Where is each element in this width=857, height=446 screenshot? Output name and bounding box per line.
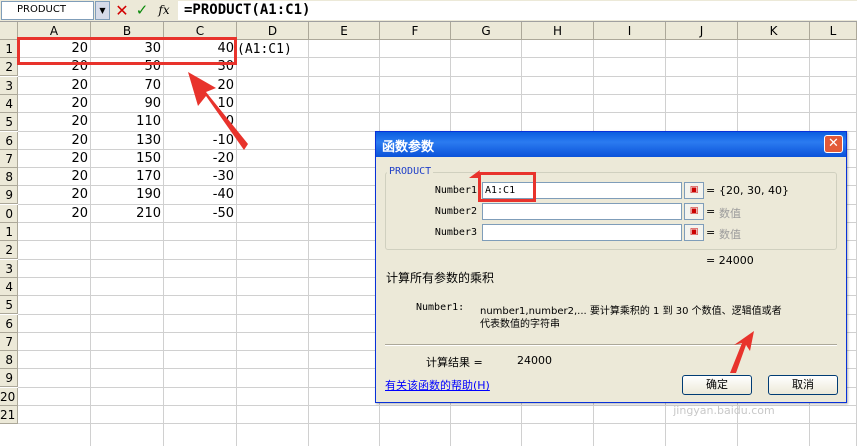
arg-help-text-line2: 代表数值的字符串 — [480, 319, 560, 330]
cell-d1-overflow: (A1:C1) — [237, 42, 292, 57]
collapse-dialog-icon[interactable]: ▣ — [684, 182, 704, 199]
column-header-d[interactable]: D — [237, 22, 309, 40]
equals-sign: = — [706, 205, 716, 218]
cell-b3[interactable]: 70 — [91, 77, 164, 95]
insert-function-icon[interactable]: fx — [153, 1, 175, 20]
function-arguments-dialog: 函数参数 ✕ PRODUCT Number1 A1:C1 ▣ = {20, 30… — [375, 131, 847, 403]
row-header-2[interactable]: 2 — [0, 58, 18, 77]
name-box-dropdown-icon[interactable]: ▼ — [95, 1, 110, 20]
row-header-11[interactable]: 1 — [0, 223, 18, 241]
collapse-dialog-icon[interactable]: ▣ — [684, 203, 704, 220]
cell-a10[interactable]: 20 — [18, 205, 91, 223]
column-header-f[interactable]: F — [380, 22, 451, 40]
cell-b5[interactable]: 110 — [91, 113, 164, 131]
cell-a3[interactable]: 20 — [18, 77, 91, 95]
separator — [385, 344, 837, 346]
highlight-box-a1-c1 — [17, 37, 237, 65]
cell-a4[interactable]: 20 — [18, 95, 91, 113]
cell-a7[interactable]: 20 — [18, 150, 91, 168]
column-header-h[interactable]: H — [522, 22, 594, 40]
row-header-21[interactable]: 21 — [0, 406, 18, 424]
row-header-13[interactable]: 3 — [0, 259, 18, 278]
column-header-g[interactable]: G — [451, 22, 522, 40]
enter-formula-icon[interactable]: ✓ — [133, 1, 151, 20]
cell-c9[interactable]: -40 — [164, 186, 237, 204]
column-header-l[interactable]: L — [810, 22, 857, 40]
gridline — [308, 40, 309, 446]
function-help-link[interactable]: 有关该函数的帮助(H) — [385, 377, 490, 393]
equals-sign: = — [706, 226, 716, 239]
result-label: 计算结果 = — [426, 356, 483, 369]
row-header-6[interactable]: 6 — [0, 131, 18, 150]
row-header-5[interactable]: 5 — [0, 113, 18, 132]
function-name-label: PRODUCT — [387, 166, 434, 177]
cell-a8[interactable]: 20 — [18, 168, 91, 186]
row-header-10[interactable]: 0 — [0, 204, 18, 223]
cell-a6[interactable]: 20 — [18, 132, 91, 150]
dialog-title: 函数参数 — [376, 132, 846, 157]
column-header-j[interactable]: J — [666, 22, 738, 40]
collapse-dialog-icon[interactable]: ▣ — [684, 224, 704, 241]
formula-input[interactable]: =PRODUCT(A1:C1) — [178, 1, 857, 20]
cell-b6[interactable]: 130 — [91, 132, 164, 150]
cell-b8[interactable]: 170 — [91, 168, 164, 186]
cell-a5[interactable]: 20 — [18, 113, 91, 131]
cell-b9[interactable]: 190 — [91, 186, 164, 204]
arg-help-name: Number1: — [416, 302, 465, 313]
row-header-4[interactable]: 4 — [0, 94, 18, 113]
highlight-box-number1 — [478, 172, 536, 202]
function-description: 计算所有参数的乘积 — [386, 271, 495, 285]
arg-result-number3: 数值 — [719, 228, 741, 241]
column-header-i[interactable]: I — [594, 22, 666, 40]
row-header-1[interactable]: 1 — [0, 40, 18, 58]
annotation-arrow-icon — [188, 72, 248, 150]
row-header-20[interactable]: 20 — [0, 387, 18, 406]
annotation-marker-icon — [469, 170, 480, 178]
column-header-e[interactable]: E — [309, 22, 380, 40]
arg-result-number1: {20, 30, 40} — [719, 184, 789, 197]
cell-b10[interactable]: 210 — [91, 205, 164, 223]
row-header-17[interactable]: 7 — [0, 332, 18, 351]
close-icon[interactable]: ✕ — [824, 135, 843, 153]
ok-button[interactable]: 确定 — [682, 375, 752, 395]
row-header-19[interactable]: 9 — [0, 369, 18, 388]
row-header-12[interactable]: 2 — [0, 241, 18, 260]
row-header-14[interactable]: 4 — [0, 277, 18, 296]
arg-label-number3: Number3 — [434, 227, 477, 238]
row-header-3[interactable]: 3 — [0, 76, 18, 95]
arg-label-number1: Number1 — [434, 185, 477, 196]
formula-total: = 24000 — [706, 254, 754, 267]
cancel-button[interactable]: 取消 — [768, 375, 838, 395]
result-value: 24000 — [517, 354, 552, 367]
column-header-k[interactable]: K — [738, 22, 810, 40]
cell-b4[interactable]: 90 — [91, 95, 164, 113]
equals-sign: = — [706, 184, 716, 197]
row-header-8[interactable]: 8 — [0, 168, 18, 187]
cancel-formula-icon[interactable]: ✕ — [113, 1, 131, 20]
row-header-9[interactable]: 9 — [0, 186, 18, 205]
row-header-15[interactable]: 5 — [0, 296, 18, 315]
arg-result-number2: 数值 — [719, 207, 741, 220]
arg-label-number2: Number2 — [434, 206, 477, 217]
cell-c10[interactable]: -50 — [164, 205, 237, 223]
row-header-18[interactable]: 8 — [0, 351, 18, 370]
arg-input-number3[interactable] — [482, 224, 682, 241]
cell-b7[interactable]: 150 — [91, 150, 164, 168]
gridline — [18, 423, 857, 425]
cell-a9[interactable]: 20 — [18, 186, 91, 204]
watermark: jingyan.baidu.com — [673, 404, 775, 417]
name-box[interactable]: PRODUCT — [1, 1, 94, 20]
row-header-7[interactable]: 7 — [0, 149, 18, 168]
annotation-arrow-icon — [730, 331, 754, 373]
formula-bar: PRODUCT ▼ ✕ ✓ fx =PRODUCT(A1:C1) — [0, 0, 857, 22]
arg-input-number2[interactable] — [482, 203, 682, 220]
row-header-16[interactable]: 6 — [0, 314, 18, 333]
cell-c8[interactable]: -30 — [164, 168, 237, 186]
select-all-corner[interactable] — [0, 22, 18, 40]
